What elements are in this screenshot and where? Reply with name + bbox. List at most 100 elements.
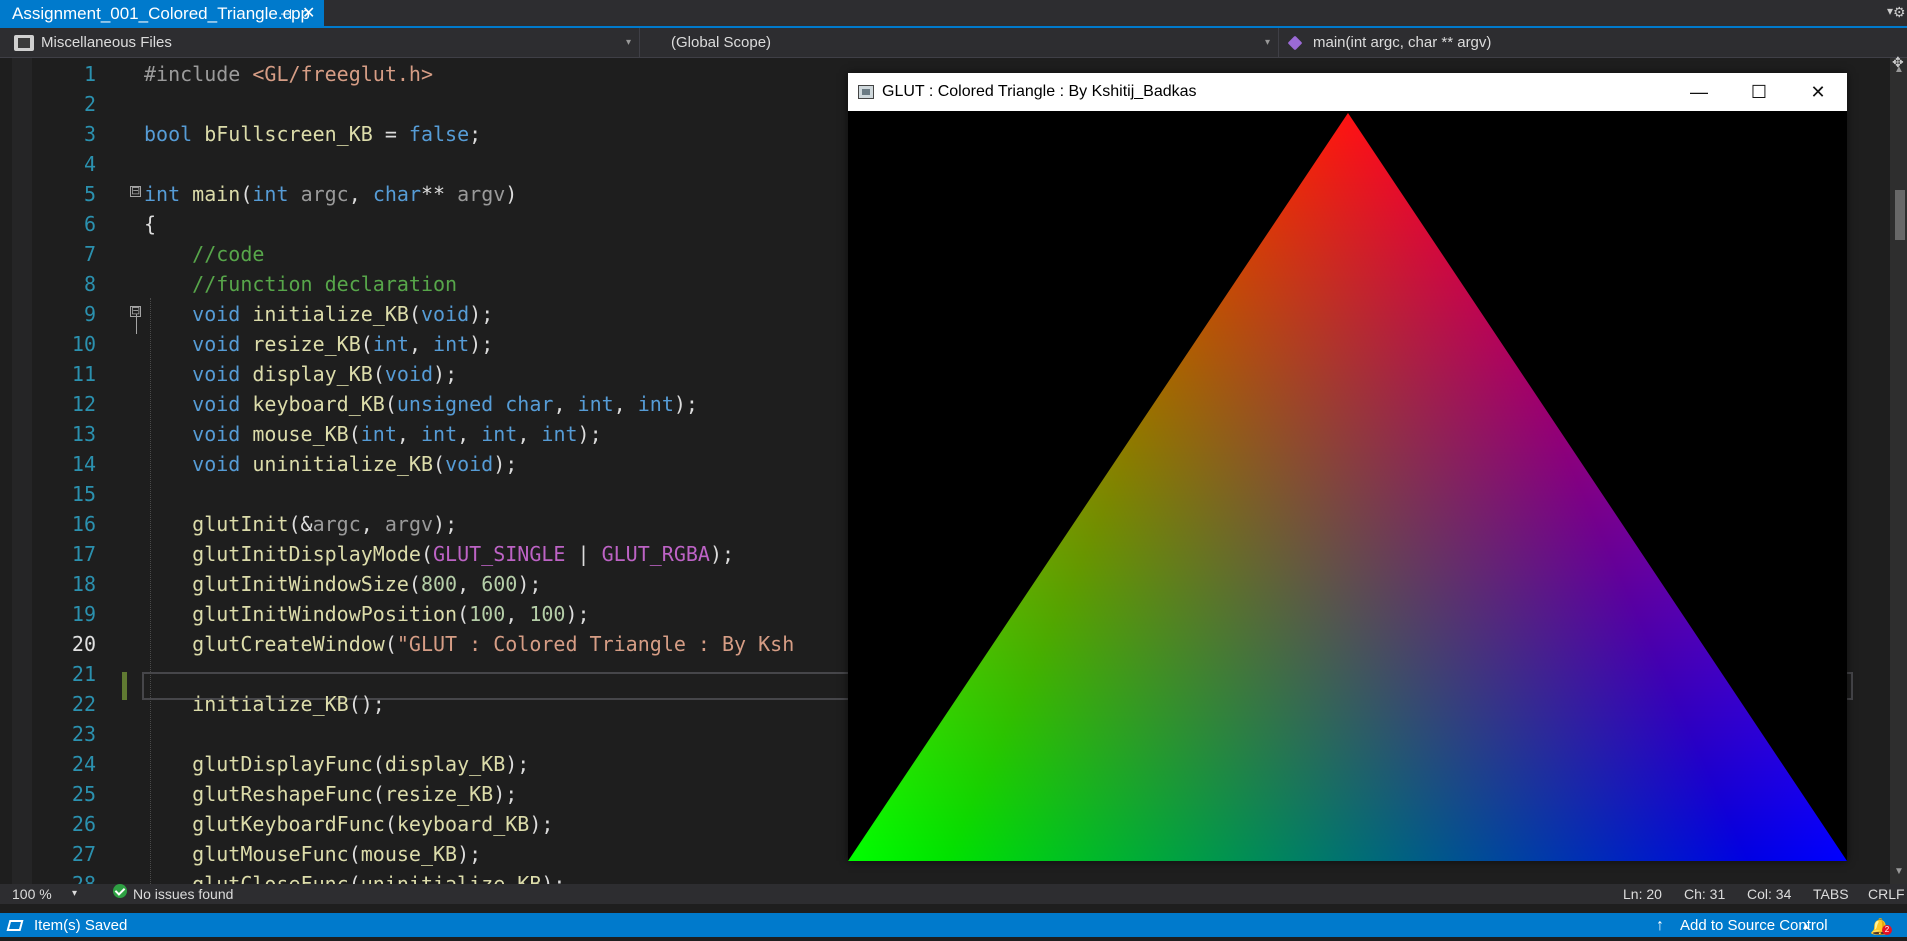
line-number: 23 (71, 722, 96, 746)
line-number: 6 (83, 212, 96, 236)
scroll-up-icon[interactable]: ▲ (1894, 64, 1904, 75)
vertical-scrollbar[interactable]: ✥ ▲ ▼ (1890, 54, 1907, 884)
code-line[interactable] (144, 479, 794, 509)
code-line[interactable]: glutInitWindowSize(800, 600); (144, 569, 794, 599)
code-line[interactable]: void resize_KB(int, int); (144, 329, 794, 359)
scroll-down-icon[interactable]: ▼ (1894, 866, 1904, 877)
line-number: 17 (71, 542, 96, 566)
fold-guide (136, 314, 137, 334)
code-line[interactable]: void initialize_KB(void); (144, 299, 794, 329)
code-line[interactable]: bool bFullscreen_KB = false; (144, 119, 794, 149)
code-line[interactable]: void mouse_KB(int, int, int, int); (144, 419, 794, 449)
saved-icon (6, 920, 24, 931)
zoom-dropdown-icon[interactable]: ▾ (72, 884, 77, 904)
collapse-icon[interactable]: ⊟ (130, 185, 141, 197)
line-number: 12 (71, 392, 96, 416)
line-number: 18 (71, 572, 96, 596)
code-line[interactable]: glutMouseFunc(mouse_KB); (144, 839, 794, 869)
pin-tab-icon[interactable]: ⊣ (280, 0, 292, 28)
line-number: 26 (71, 812, 96, 836)
code-line[interactable]: glutKeyboardFunc(keyboard_KB); (144, 809, 794, 839)
close-window-button[interactable]: ✕ (1789, 73, 1847, 111)
tab-settings-icon[interactable]: ⚙ (1893, 4, 1907, 21)
scope-dropdown[interactable]: (Global Scope) ▾ (641, 28, 1279, 58)
scrollbar-thumb[interactable] (1895, 190, 1905, 240)
status-bar: Item(s) Saved ↑ Add to Source Control ▴ … (0, 913, 1907, 937)
char-indicator: Ch: 31 (1684, 886, 1726, 902)
line-number: 9 (83, 302, 96, 326)
line-ending-indicator[interactable]: CRLF (1868, 884, 1905, 904)
function-icon (1287, 35, 1303, 51)
status-message: Item(s) Saved (34, 917, 128, 934)
code-line[interactable]: void uninitialize_KB(void); (144, 449, 794, 479)
code-line[interactable]: glutCreateWindow("GLUT : Colored Triangl… (144, 629, 794, 659)
line-number: 21 (71, 662, 96, 686)
editor-status-strip: 100 % ▾ No issues found Ln: 20 Ch: 31 Co… (0, 884, 1907, 904)
document-tab-title: Assignment_001_Colored_Triangle.cpp (12, 4, 310, 23)
line-number: 2 (83, 92, 96, 116)
navigation-bar: Miscellaneous Files ▾ (Global Scope) ▾ m… (0, 28, 1907, 58)
code-line[interactable] (144, 89, 794, 119)
line-number: 13 (71, 422, 96, 446)
line-number: 16 (71, 512, 96, 536)
code-line[interactable]: glutInitDisplayMode(GLUT_SINGLE | GLUT_R… (144, 539, 794, 569)
line-indicator: Ln: 20 (1623, 886, 1662, 902)
opengl-canvas[interactable] (848, 111, 1847, 861)
check-circle-icon (113, 884, 127, 898)
tabs-indicator[interactable]: TABS (1813, 884, 1849, 904)
code-line[interactable]: void display_KB(void); (144, 359, 794, 389)
code-line[interactable]: void keyboard_KB(unsigned char, int, int… (144, 389, 794, 419)
function-label: main(int argc, char ** argv) (1313, 34, 1492, 51)
document-tab[interactable]: Assignment_001_Colored_Triangle.cpp ⊣ ✕ (0, 0, 324, 28)
glyph-margin (12, 58, 32, 884)
line-number: 15 (71, 482, 96, 506)
line-number: 19 (71, 602, 96, 626)
glut-titlebar[interactable]: GLUT : Colored Triangle : By Kshitij_Bad… (848, 73, 1847, 111)
code-line[interactable]: int main(int argc, char** argv) (144, 179, 794, 209)
code-line[interactable]: glutInitWindowPosition(100, 100); (144, 599, 794, 629)
issues-status[interactable]: No issues found (133, 884, 233, 904)
line-number: 8 (83, 272, 96, 296)
line-number: 27 (71, 842, 96, 866)
code-line[interactable]: glutInit(&argc, argv); (144, 509, 794, 539)
code-line[interactable] (144, 719, 794, 749)
code-line[interactable]: glutReshapeFunc(resize_KB); (144, 779, 794, 809)
maximize-button[interactable]: ☐ (1730, 73, 1788, 111)
glut-window[interactable]: GLUT : Colored Triangle : By Kshitij_Bad… (848, 73, 1847, 861)
app-icon (858, 85, 874, 99)
function-dropdown[interactable]: main(int argc, char ** argv) (1280, 28, 1907, 58)
arrow-up-icon[interactable]: ↑ (1656, 913, 1664, 939)
line-number: 14 (71, 452, 96, 476)
chevron-down-icon: ▾ (1264, 37, 1270, 48)
code-line[interactable] (144, 659, 794, 689)
line-number: 1 (83, 62, 96, 86)
line-number: 22 (71, 692, 96, 716)
line-number: 20 (71, 632, 96, 656)
chevron-up-icon[interactable]: ▴ (1803, 913, 1809, 939)
column-indicator: Col: 34 (1747, 886, 1792, 902)
line-number: 24 (71, 752, 96, 776)
line-number: 11 (71, 362, 96, 386)
glut-window-title: GLUT : Colored Triangle : By Kshitij_Bad… (882, 83, 1197, 100)
code-line[interactable]: //code (144, 239, 794, 269)
code-line[interactable]: glutDisplayFunc(display_KB); (144, 749, 794, 779)
minimize-button[interactable]: — (1670, 73, 1728, 111)
code-line[interactable]: //function declaration (144, 269, 794, 299)
code-line[interactable]: glutCloseFunc(uninitialize_KB); (144, 869, 794, 884)
code-line[interactable]: { (144, 209, 794, 239)
chevron-down-icon: ▾ (625, 37, 631, 48)
line-number: 7 (83, 242, 96, 266)
project-icon (14, 35, 34, 51)
line-number: 5 (83, 182, 96, 206)
project-dropdown[interactable]: Miscellaneous Files ▾ (0, 28, 640, 58)
code-text[interactable]: #include <GL/freeglut.h> bool bFullscreen… (144, 59, 794, 884)
code-line[interactable] (144, 149, 794, 179)
close-tab-icon[interactable]: ✕ (302, 0, 315, 28)
zoom-level[interactable]: 100 % (12, 884, 52, 904)
line-numbers: 1 2 3 4 5 6 7 8 9 10 11 12 13 14 15 16 17 18 19 20 21 22 23 24 2… (40, 59, 96, 884)
code-line[interactable]: #include <GL/freeglut.h> (144, 59, 794, 89)
change-tracking-bar (122, 672, 127, 700)
line-number: 28 (71, 872, 96, 884)
line-number: 10 (71, 332, 96, 356)
code-line[interactable]: initialize_KB(); (144, 689, 794, 719)
